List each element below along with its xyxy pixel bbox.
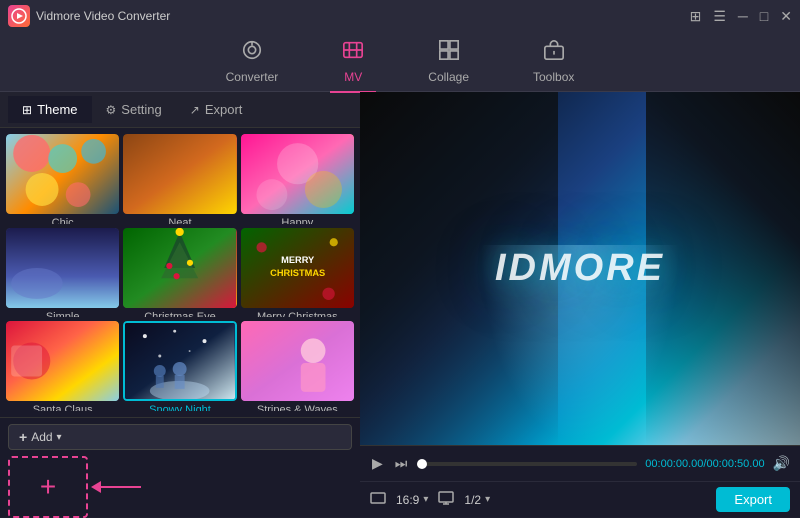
close-icon[interactable]: ✕ (780, 8, 792, 25)
svg-text:MERRY: MERRY (281, 255, 315, 265)
theme-thumb-stripes-waves (241, 321, 354, 401)
svg-text:CHRISTMAS: CHRISTMAS (270, 268, 325, 278)
title-bar-controls: ⊞ ☰ ─ □ ✕ (690, 8, 792, 25)
add-dropdown-arrow: ▾ (57, 432, 62, 443)
theme-thumb-chic (6, 134, 119, 214)
mv-icon (342, 39, 364, 67)
vidmore-watermark: IDMORE (495, 247, 665, 290)
theme-item-happy[interactable]: Happy (241, 134, 354, 224)
setting-tab-label: Setting (121, 102, 161, 117)
theme-grid-icon: ⊞ (22, 103, 32, 117)
theme-item-christmas-eve[interactable]: Christmas Eve (123, 228, 236, 318)
title-bar: Vidmore Video Converter ⊞ ☰ ─ □ ✕ (0, 0, 800, 32)
theme-grid: Chic (0, 128, 360, 417)
converter-icon (241, 39, 263, 67)
toolbox-icon (543, 39, 565, 67)
sub-tabs: ⊞ Theme ⚙ Setting ↗ Export (0, 92, 360, 128)
theme-thumb-christmas-eve (123, 228, 236, 308)
monitor-icon (438, 490, 454, 509)
setting-gear-icon: ⚙ (106, 103, 117, 117)
theme-name-stripes-waves: Stripes & Waves (241, 401, 354, 411)
theme-name-merry-christmas: Merry Christmas (241, 308, 354, 318)
add-button[interactable]: + Add ▾ (8, 424, 352, 450)
collage-icon (438, 39, 460, 67)
theme-name-happy: Happy (241, 214, 354, 224)
play-button[interactable]: ▶ (370, 453, 385, 474)
bottom-area: + Add ▾ + (0, 417, 360, 517)
tab-toolbox[interactable]: Toolbox (521, 35, 586, 88)
video-preview: IDMORE (360, 92, 800, 445)
theme-thumb-neat (123, 134, 236, 214)
theme-item-simple[interactable]: Simple (6, 228, 119, 318)
ratio-icon (370, 490, 386, 509)
add-label: Add (31, 430, 52, 444)
ratio-dropdown-arrow: ▾ (423, 494, 428, 505)
video-settings-bar: 16:9 ▾ 1/2 ▾ Export (360, 481, 800, 517)
theme-item-stripes-waves[interactable]: Stripes & Waves (241, 321, 354, 411)
theme-name-chic: Chic (6, 214, 119, 224)
export-label: Export (734, 492, 772, 507)
theme-thumb-snowy-night (123, 321, 236, 401)
video-controls: ▶ ⏭ 00:00:00.00/00:00:50.00 🔊 (360, 445, 800, 481)
mv-label: MV (344, 70, 362, 84)
theme-name-snowy-night: Snowy Night (123, 401, 236, 411)
maximize-icon[interactable]: □ (760, 8, 768, 24)
add-icon: + (19, 429, 27, 445)
grid-icon[interactable]: ⊞ (690, 8, 702, 25)
theme-item-santa-claus[interactable]: Santa Claus (6, 321, 119, 411)
ratio-value: 16:9 (396, 493, 419, 507)
theme-item-merry-christmas[interactable]: MERRY CHRISTMAS Merry Christmas (241, 228, 354, 318)
sub-tab-theme[interactable]: ⊞ Theme (8, 96, 92, 123)
main-content: ⊞ Theme ⚙ Setting ↗ Export (0, 92, 800, 517)
time-display: 00:00:00.00/00:00:50.00 (645, 458, 764, 470)
sub-tab-setting[interactable]: ⚙ Setting (92, 96, 176, 123)
theme-item-chic[interactable]: Chic (6, 134, 119, 224)
tab-converter[interactable]: Converter (214, 35, 291, 88)
theme-thumb-santa-claus (6, 321, 119, 401)
export-button[interactable]: Export (716, 487, 790, 512)
sub-tab-export[interactable]: ↗ Export (176, 96, 257, 123)
right-panel: IDMORE ▶ ⏭ 00:00:00.00/00:00:50.00 🔊 (360, 92, 800, 517)
monitor-dropdown-arrow: ▾ (485, 494, 490, 505)
menu-icon[interactable]: ☰ (713, 8, 726, 25)
arrow-indicator (91, 481, 141, 493)
theme-name-neat: Neat (123, 214, 236, 224)
theme-name-simple: Simple (6, 308, 119, 318)
theme-thumb-simple (6, 228, 119, 308)
converter-label: Converter (226, 70, 279, 84)
nav-tabs: Converter MV Collage (0, 32, 800, 92)
minimize-icon[interactable]: ─ (738, 8, 748, 24)
theme-item-neat[interactable]: Neat (123, 134, 236, 224)
progress-bar[interactable] (417, 462, 637, 466)
arrow-head (91, 481, 101, 493)
play-icon: ▶ (372, 455, 383, 472)
tab-mv[interactable]: MV (330, 35, 376, 88)
theme-tab-label: Theme (37, 102, 77, 117)
arrow-line (101, 486, 141, 488)
left-panel: ⊞ Theme ⚙ Setting ↗ Export (0, 92, 360, 517)
media-slot-1[interactable]: + (8, 456, 88, 518)
export-tab-label: Export (205, 102, 243, 117)
theme-thumb-happy (241, 134, 354, 214)
theme-name-santa-claus: Santa Claus (6, 401, 119, 411)
export-arrow-icon: ↗ (190, 103, 200, 117)
toolbox-label: Toolbox (533, 70, 574, 84)
ratio-selector[interactable]: 16:9 ▾ (396, 493, 428, 507)
progress-dot (417, 459, 427, 469)
volume-icon[interactable]: 🔊 (773, 455, 790, 472)
next-icon: ⏭ (395, 455, 408, 472)
app-title: Vidmore Video Converter (36, 9, 170, 23)
collage-label: Collage (428, 70, 469, 84)
theme-thumb-merry-christmas: MERRY CHRISTMAS (241, 228, 354, 308)
media-slot-plus-icon: + (40, 473, 56, 501)
title-bar-left: Vidmore Video Converter (8, 5, 170, 27)
theme-item-snowy-night[interactable]: Snowy Night (123, 321, 236, 411)
app-logo (8, 5, 30, 27)
tab-collage[interactable]: Collage (416, 35, 481, 88)
next-button[interactable]: ⏭ (393, 453, 410, 474)
monitor-selector[interactable]: 1/2 ▾ (464, 493, 490, 507)
theme-name-christmas-eve: Christmas Eve (123, 308, 236, 318)
monitor-value: 1/2 (464, 493, 481, 507)
media-slots: + (8, 456, 352, 518)
